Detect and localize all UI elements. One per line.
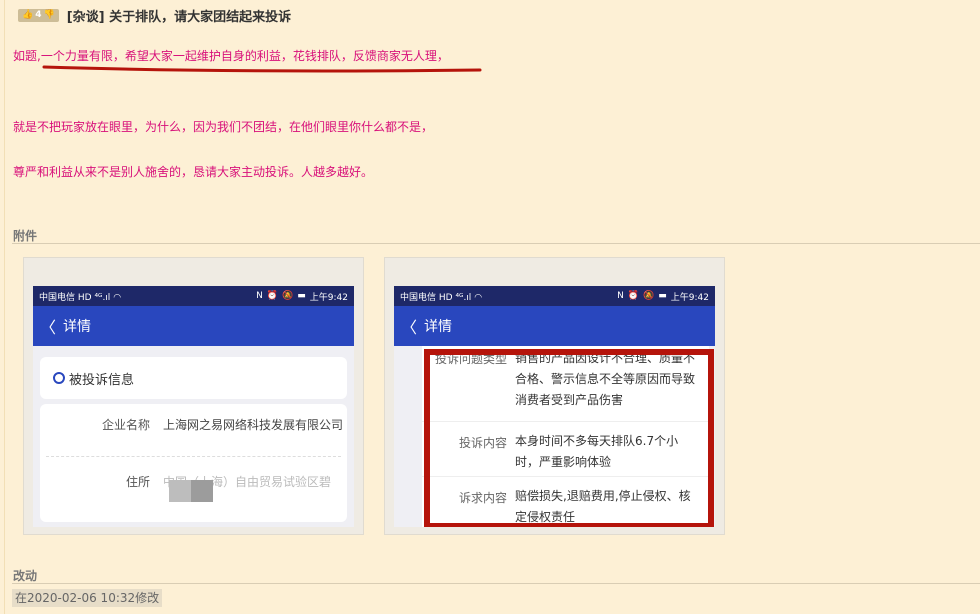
phone-screenshot-2: 中国电信 HD ⁴ᴳ.ıl ◠ N ⏰ 🔕 ▬ 上午9:42 〈 详情 投诉问题… — [394, 286, 715, 527]
alarm-icon: ⏰ — [266, 291, 279, 301]
attachment-image-2[interactable]: 中国电信 HD ⁴ᴳ.ıl ◠ N ⏰ 🔕 ▬ 上午9:42 〈 详情 投诉问题… — [384, 257, 725, 535]
post-line-2: 就是不把玩家放在眼里，为什么，因为我们不团结，在他们眼里你什么都不是， — [13, 120, 434, 134]
section-title: 被投诉信息 — [69, 372, 135, 388]
mute-icon: 🔕 — [643, 291, 655, 301]
alarm-icon: ⏰ — [627, 291, 640, 301]
carrier-name: 中国电信 — [400, 292, 437, 303]
red-underline-annotation — [42, 65, 482, 73]
back-chevron-icon: 〈 — [39, 318, 56, 337]
wifi-icon: ◠ — [474, 292, 483, 303]
vote-badge[interactable]: 👍 4 👎 — [18, 8, 59, 22]
nfc-icon: N — [256, 291, 263, 301]
status-bar: 中国电信 HD ⁴ᴳ.ıl ◠ N ⏰ 🔕 ▬ 上午9:42 — [394, 286, 715, 306]
status-bar: 中国电信 HD ⁴ᴳ.ıl ◠ N ⏰ 🔕 ▬ 上午9:42 — [33, 286, 354, 306]
thumbs-down-icon[interactable]: 👎 — [43, 10, 54, 20]
redaction-block — [191, 480, 213, 502]
edit-label: 改动 — [13, 569, 38, 583]
nav-bar: 〈 详情 — [394, 306, 715, 346]
attachments-divider — [12, 243, 980, 244]
battery-icon: ▬ — [297, 291, 306, 301]
mute-icon: 🔕 — [282, 291, 294, 301]
row-divider — [46, 456, 341, 457]
company-name-key: 企业名称 — [101, 418, 150, 432]
clock-time: 上午9:42 — [309, 292, 348, 303]
post-title-row: 👍 4 👎 [杂谈] 关于排队，请大家团结起来投诉 — [18, 6, 292, 25]
back-chevron-icon: 〈 — [400, 318, 417, 337]
nfc-icon: N — [617, 291, 624, 301]
company-name-value: 上海网之易网络科技发展有限公司 — [163, 418, 344, 432]
nav-title: 详情 — [424, 319, 452, 335]
left-border — [4, 0, 5, 614]
address-key: 住所 — [125, 475, 150, 489]
battery-icon: ▬ — [658, 291, 667, 301]
circle-icon — [53, 372, 65, 384]
phone-screenshot-1: 中国电信 HD ⁴ᴳ.ıl ◠ N ⏰ 🔕 ▬ 上午9:42 〈 详情 被投诉信… — [33, 286, 354, 527]
red-highlight-frame — [424, 349, 714, 527]
nav-bar: 〈 详情 — [33, 306, 354, 346]
attachments-label: 附件 — [13, 229, 38, 243]
attachment-image-1[interactable]: 中国电信 HD ⁴ᴳ.ıl ◠ N ⏰ 🔕 ▬ 上午9:42 〈 详情 被投诉信… — [23, 257, 364, 535]
signal-icon: HD ⁴ᴳ.ıl — [438, 292, 472, 303]
signal-icon: HD ⁴ᴳ.ıl — [77, 292, 111, 303]
redaction-block — [169, 480, 191, 502]
thumbs-up-icon[interactable]: 👍 — [22, 10, 33, 20]
wifi-icon: ◠ — [113, 292, 122, 303]
post-title: [杂谈] 关于排队，请大家团结起来投诉 — [66, 9, 292, 25]
complained-info-body: 企业名称 上海网之易网络科技发展有限公司 住所 中国（上海）自由贸易试验区碧 — [40, 404, 347, 522]
vote-count: 4 — [35, 10, 42, 20]
clock-time: 上午9:42 — [670, 292, 709, 303]
edit-timestamp: 在2020-02-06 10:32修改 — [12, 589, 163, 607]
nav-title: 详情 — [63, 319, 91, 335]
complained-info-header: 被投诉信息 — [40, 357, 347, 399]
post-line-3: 尊严和利益从来不是别人施舍的，恳请大家主动投诉。人越多越好。 — [13, 165, 374, 179]
edit-divider — [12, 583, 980, 584]
carrier-name: 中国电信 — [39, 292, 76, 303]
